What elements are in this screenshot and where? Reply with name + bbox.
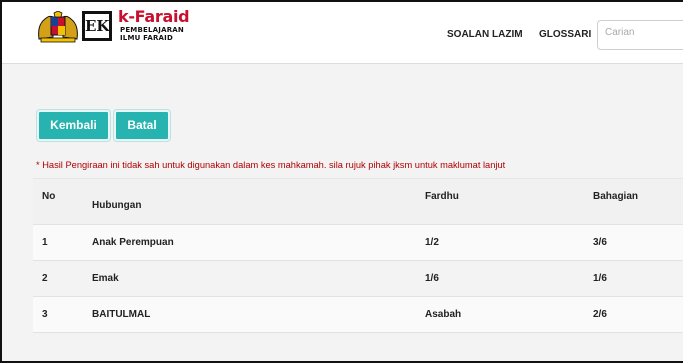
results-table: No Hubungan Fardhu Bahagian 1 Anak Perem… (33, 178, 683, 333)
batal-button[interactable]: Batal (114, 110, 170, 141)
header-bahagian: Bahagian (593, 191, 639, 202)
table-row: 2 Emak 1/6 1/6 (33, 261, 683, 297)
disclaimer-text: * Hasil Pengiraan ini tidak sah untuk di… (36, 160, 506, 170)
search-input[interactable]: Carian (597, 20, 683, 50)
cell-bahagian: 1/6 (593, 273, 607, 284)
table-row: 3 BAITULMAL Asabah 2/6 (33, 297, 683, 333)
header-fardhu: Fardhu (425, 191, 459, 202)
brand-subtitle-line2: ILMU FARAID (120, 34, 173, 42)
app-frame: EK k-Faraid PEMBELAJARAN ILMU FARAID SOA… (0, 0, 683, 363)
top-header: EK k-Faraid PEMBELAJARAN ILMU FARAID SOA… (2, 2, 683, 64)
cell-fardhu: 1/6 (425, 273, 439, 284)
header-hubungan: Hubungan (92, 200, 142, 211)
cell-fardhu: 1/2 (425, 237, 439, 248)
table-row: 1 Anak Perempuan 1/2 3/6 (33, 225, 683, 261)
cell-hubungan: Emak (92, 273, 119, 284)
cell-bahagian: 3/6 (593, 237, 607, 248)
cell-fardhu: Asabah (425, 309, 462, 320)
kembali-button[interactable]: Kembali (37, 110, 110, 141)
cell-no: 2 (42, 273, 48, 284)
table-header-row: No Hubungan Fardhu Bahagian (33, 179, 683, 225)
cell-hubungan: Anak Perempuan (92, 237, 174, 248)
nav-soalan-lazim[interactable]: SOALAN LAZIM (447, 29, 523, 40)
cell-hubungan: BAITULMAL (92, 309, 151, 320)
coat-of-arms-icon (35, 10, 81, 43)
cell-bahagian: 2/6 (593, 309, 607, 320)
cell-no: 1 (42, 237, 48, 248)
brand-name[interactable]: k-Faraid (118, 7, 190, 26)
cell-no: 3 (42, 309, 48, 320)
ek-logo-icon: EK (82, 11, 112, 41)
nav-glossari[interactable]: GLOSSARI (539, 29, 591, 40)
header-no: No (42, 191, 56, 202)
brand-subtitle-line1: PEMBELAJARAN (120, 26, 184, 34)
